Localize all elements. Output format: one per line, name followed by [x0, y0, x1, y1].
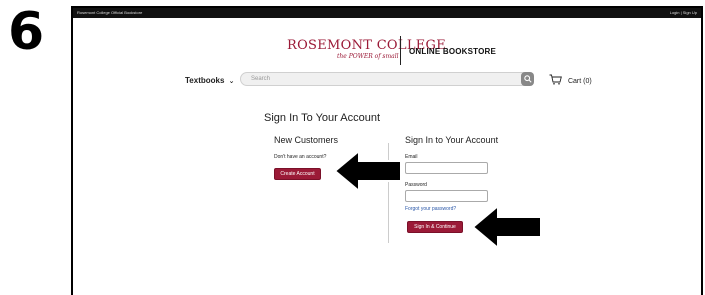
search-input[interactable]: Search	[240, 72, 530, 86]
email-field[interactable]	[405, 162, 488, 174]
textbooks-label: Textbooks	[185, 76, 225, 85]
password-label: Password	[405, 182, 427, 188]
new-customers-title: New Customers	[274, 135, 339, 145]
browser-frame: Rosemont College Official Bookstore Logi…	[71, 6, 703, 295]
password-field[interactable]	[405, 190, 488, 202]
cart-icon	[549, 74, 562, 85]
cart-label: Cart (0)	[567, 78, 592, 85]
chevron-down-icon: ⌄	[228, 78, 235, 85]
login-signup-link[interactable]: Login | Sign Up	[670, 8, 697, 18]
search-icon	[523, 75, 532, 83]
search-placeholder: Search	[251, 76, 271, 82]
top-bar: Rosemont College Official Bookstore Logi…	[73, 8, 701, 18]
cart-link[interactable]: Cart (0)	[549, 74, 592, 85]
forgot-password-link[interactable]: Forgot your password?	[405, 206, 456, 212]
signin-continue-button[interactable]: Sign In & Continue	[407, 221, 463, 233]
logo-tagline: the POWER of small	[337, 53, 399, 60]
arrow-left-icon	[333, 149, 402, 193]
logo-divider	[400, 36, 401, 65]
email-label: Email	[405, 154, 418, 160]
search-button[interactable]	[521, 72, 534, 86]
create-account-button[interactable]: Create Account	[274, 168, 321, 180]
arrow-left-icon	[471, 204, 542, 250]
no-account-text: Don't have an account?	[274, 154, 327, 160]
signin-title: Sign In to Your Account	[405, 135, 499, 145]
store-name: ONLINE BOOKSTORE	[409, 47, 497, 56]
topbar-left-text: Rosemont College Official Bookstore	[77, 10, 143, 15]
textbooks-menu[interactable]: Textbooks ⌄	[185, 76, 235, 85]
step-number: 6	[8, 2, 45, 62]
page-title: Sign In To Your Account	[264, 112, 380, 124]
